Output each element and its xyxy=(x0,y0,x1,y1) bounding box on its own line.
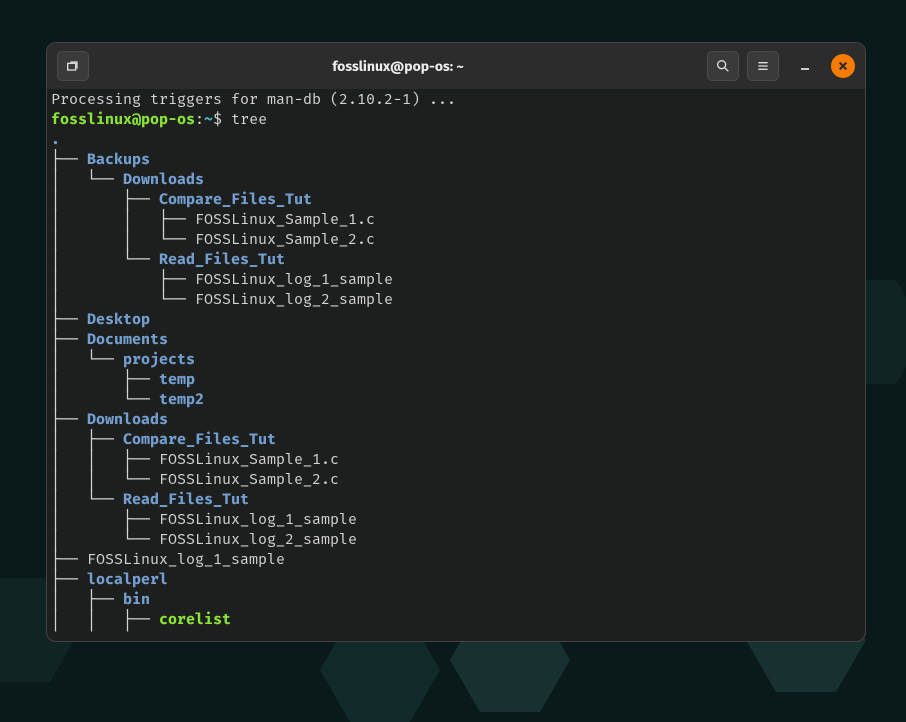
terminal-body[interactable]: Processing triggers for man-db (2.10.2-1… xyxy=(47,89,865,641)
tree-line: │ └── Downloads xyxy=(51,169,861,189)
tree-line: │ └── temp2 xyxy=(51,389,861,409)
tree-line: │ ├── bin xyxy=(51,589,861,609)
tree-line: ├── Downloads xyxy=(51,409,861,429)
prompt-line: fosslinux@pop-os:~$ tree xyxy=(51,109,861,129)
tree-output: ├── Backups│ └── Downloads│ ├── Compare_… xyxy=(51,149,861,629)
tree-line: │ └── projects xyxy=(51,349,861,369)
close-button[interactable] xyxy=(831,54,855,78)
prompt-symbol: $ xyxy=(213,110,231,128)
tree-line: │ │ ├── FOSSLinux_Sample_1.c xyxy=(51,209,861,229)
tree-line: │ ├── FOSSLinux_log_1_sample xyxy=(51,509,861,529)
new-tab-button[interactable] xyxy=(57,51,89,81)
output-line: Processing triggers for man-db (2.10.2-1… xyxy=(51,89,861,109)
tree-line: │ ├── temp xyxy=(51,369,861,389)
minimize-icon xyxy=(798,59,812,73)
tree-line: │ │ ├── corelist xyxy=(51,609,861,629)
search-icon xyxy=(715,58,731,74)
tree-line: │ └── FOSSLinux_log_2_sample xyxy=(51,529,861,549)
window-title: fosslinux@pop-os: ~ xyxy=(97,58,699,75)
tree-line: │ │ ├── FOSSLinux_Sample_1.c xyxy=(51,449,861,469)
prompt-colon: : xyxy=(195,110,204,128)
command-text: tree xyxy=(231,110,267,128)
tree-line: ├── FOSSLinux_log_1_sample xyxy=(51,549,861,569)
search-button[interactable] xyxy=(707,51,739,81)
terminal-window: fosslinux@pop-os: ~ Processing triggers … xyxy=(46,42,866,642)
tree-line: │ ├── FOSSLinux_log_1_sample xyxy=(51,269,861,289)
titlebar: fosslinux@pop-os: ~ xyxy=(47,43,865,89)
tree-line: │ │ └── FOSSLinux_Sample_2.c xyxy=(51,229,861,249)
tree-line: ├── localperl xyxy=(51,569,861,589)
close-icon xyxy=(838,61,848,71)
tree-line: │ └── Read_Files_Tut xyxy=(51,489,861,509)
tree-line: ├── Desktop xyxy=(51,309,861,329)
tree-root: . xyxy=(51,129,861,149)
hamburger-icon xyxy=(755,58,771,74)
prompt-path: ~ xyxy=(204,110,213,128)
tree-line: │ ├── Compare_Files_Tut xyxy=(51,189,861,209)
tree-line: ├── Backups xyxy=(51,149,861,169)
tree-line: │ │ └── FOSSLinux_Sample_2.c xyxy=(51,469,861,489)
minimize-button[interactable] xyxy=(791,52,819,80)
menu-button[interactable] xyxy=(747,51,779,81)
new-tab-icon xyxy=(65,58,81,74)
tree-line: │ ├── Compare_Files_Tut xyxy=(51,429,861,449)
tree-line: │ └── Read_Files_Tut xyxy=(51,249,861,269)
tree-line: ├── Documents xyxy=(51,329,861,349)
prompt-user: fosslinux@pop-os xyxy=(51,110,195,128)
tree-line: │ └── FOSSLinux_log_2_sample xyxy=(51,289,861,309)
